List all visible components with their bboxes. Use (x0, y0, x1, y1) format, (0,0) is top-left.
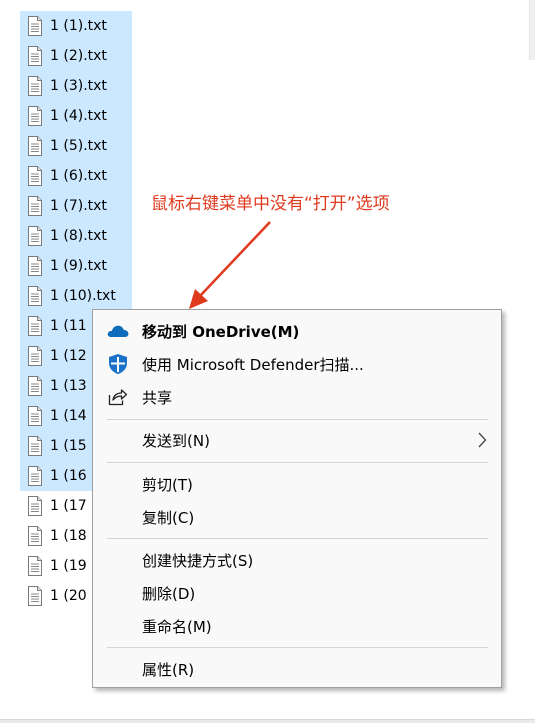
text-file-icon (28, 406, 42, 426)
context-menu: 移动到 OneDrive(M) 使用 Microsoft Defender扫描.… (92, 309, 502, 688)
file-name: 1 (5).txt (50, 138, 107, 154)
file-name: 1 (20 (50, 588, 87, 604)
menu-label: 重命名(M) (142, 617, 212, 636)
file-item[interactable]: 1 (7).txt (20, 191, 132, 221)
menu-separator (107, 419, 488, 420)
file-name: 1 (6).txt (50, 168, 107, 184)
text-file-icon (28, 16, 42, 36)
file-item[interactable]: 1 (1).txt (20, 11, 132, 41)
text-file-icon (28, 556, 42, 576)
file-name: 1 (12 (50, 348, 87, 364)
menu-item-properties[interactable]: 属性(R) (93, 653, 501, 685)
text-file-icon (28, 106, 42, 126)
file-item[interactable]: 1 (9).txt (20, 251, 132, 281)
file-name: 1 (10).txt (50, 288, 116, 304)
status-divider (0, 719, 535, 723)
menu-item-cut[interactable]: 剪切(T) (93, 468, 501, 500)
menu-separator (107, 647, 488, 648)
menu-item-send-to[interactable]: 发送到(N) (93, 424, 501, 456)
text-file-icon (28, 76, 42, 96)
menu-separator (107, 538, 488, 539)
text-file-icon (28, 586, 42, 606)
text-file-icon (28, 256, 42, 276)
menu-label: 移动到 OneDrive(M) (142, 322, 300, 341)
file-item[interactable]: 1 (2).txt (20, 41, 132, 71)
text-file-icon (28, 196, 42, 216)
file-name: 1 (1).txt (50, 18, 107, 34)
text-file-icon (28, 526, 42, 546)
annotation-text: 鼠标右键菜单中没有“打开”选项 (151, 194, 390, 214)
file-name: 1 (19 (50, 558, 87, 574)
menu-item-delete[interactable]: 删除(D) (93, 577, 501, 609)
file-name: 1 (2).txt (50, 48, 107, 64)
text-file-icon (28, 346, 42, 366)
menu-label: 复制(C) (142, 508, 195, 527)
file-name: 1 (16 (50, 468, 87, 484)
file-item[interactable]: 1 (8).txt (20, 221, 132, 251)
file-name: 1 (8).txt (50, 228, 107, 244)
file-item[interactable]: 1 (10).txt (20, 281, 132, 311)
file-item[interactable]: 1 (3).txt (20, 71, 132, 101)
menu-label: 共享 (142, 388, 173, 407)
file-name: 1 (3).txt (50, 78, 107, 94)
file-name: 1 (15 (50, 438, 87, 454)
file-name: 1 (14 (50, 408, 87, 424)
text-file-icon (28, 466, 42, 486)
onedrive-cloud-icon (107, 320, 129, 342)
file-name: 1 (11 (50, 318, 87, 334)
text-file-icon (28, 46, 42, 66)
text-file-icon (28, 166, 42, 186)
file-item[interactable]: 1 (5).txt (20, 131, 132, 161)
menu-label: 创建快捷方式(S) (142, 551, 254, 570)
menu-label: 删除(D) (142, 584, 196, 603)
defender-shield-icon (107, 353, 129, 375)
text-file-icon (28, 286, 42, 306)
scrollbar-edge (529, 0, 535, 60)
text-file-icon (28, 316, 42, 336)
menu-item-rename[interactable]: 重命名(M) (93, 610, 501, 642)
file-name: 1 (9).txt (50, 258, 107, 274)
menu-item-defender-scan[interactable]: 使用 Microsoft Defender扫描... (93, 348, 501, 380)
file-item[interactable]: 1 (4).txt (20, 101, 132, 131)
menu-label: 使用 Microsoft Defender扫描... (142, 355, 364, 374)
chevron-right-icon (478, 432, 487, 448)
share-icon (107, 386, 129, 408)
menu-item-copy[interactable]: 复制(C) (93, 501, 501, 533)
menu-label: 发送到(N) (142, 431, 210, 450)
file-name: 1 (13 (50, 378, 87, 394)
file-name: 1 (17 (50, 498, 87, 514)
file-name: 1 (4).txt (50, 108, 107, 124)
menu-label: 属性(R) (142, 660, 195, 679)
menu-item-share[interactable]: 共享 (93, 381, 501, 413)
text-file-icon (28, 226, 42, 246)
text-file-icon (28, 496, 42, 516)
text-file-icon (28, 136, 42, 156)
text-file-icon (28, 436, 42, 456)
file-name: 1 (7).txt (50, 198, 107, 214)
text-file-icon (28, 376, 42, 396)
menu-item-move-to-onedrive[interactable]: 移动到 OneDrive(M) (93, 315, 501, 347)
file-name: 1 (18 (50, 528, 87, 544)
file-item[interactable]: 1 (6).txt (20, 161, 132, 191)
menu-label: 剪切(T) (142, 475, 193, 494)
menu-item-create-shortcut[interactable]: 创建快捷方式(S) (93, 544, 501, 576)
menu-separator (107, 462, 488, 463)
